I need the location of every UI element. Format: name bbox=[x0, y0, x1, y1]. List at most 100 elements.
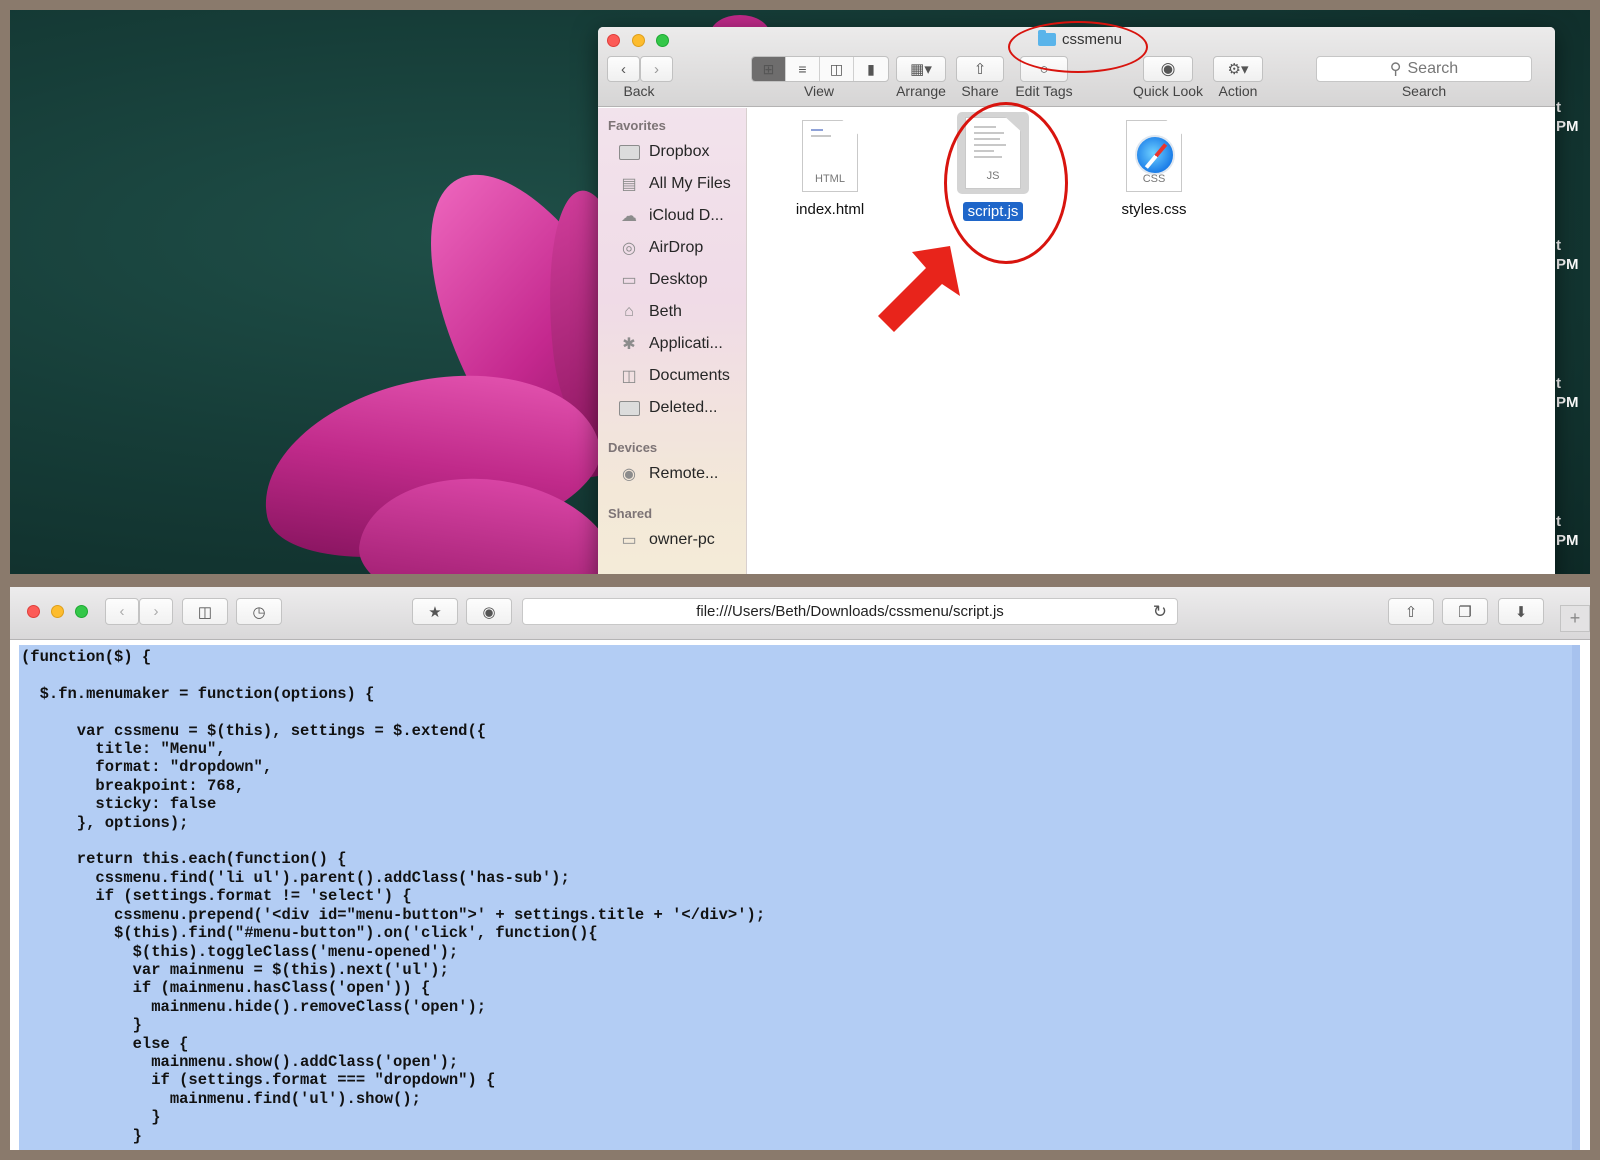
desktop-clock-fragment: t PM bbox=[1556, 99, 1579, 135]
sidebar-item-beth[interactable]: ⌂ Beth bbox=[618, 303, 682, 321]
sidebar-item-label: Beth bbox=[649, 303, 682, 320]
columns-icon: ◫ bbox=[829, 60, 844, 77]
finder-window: cssmenu ‹ › Back ⊞ ≡ ◫ ▮ View ▦▾ Arrange… bbox=[598, 27, 1555, 574]
column-view-button[interactable]: ◫ bbox=[820, 57, 854, 81]
minimize-window-button[interactable] bbox=[632, 34, 645, 47]
file-type-label: CSS bbox=[1142, 173, 1166, 185]
desktop-clock-fragment: t PM bbox=[1556, 375, 1579, 411]
zoom-window-button[interactable] bbox=[656, 34, 669, 47]
sidebar-item-label: Deleted... bbox=[649, 399, 718, 416]
file-styles-css[interactable]: CSS styles.css bbox=[1094, 120, 1214, 219]
desktop-screenshot: t PM t PM t PM t PM cssmenu ‹ › Back ⊞ ≡ ◫ ▮… bbox=[10, 10, 1590, 574]
close-window-button[interactable] bbox=[27, 605, 40, 618]
sidebar-item-label: Applicati... bbox=[649, 335, 723, 352]
sidebar-item-deleted[interactable]: Deleted... bbox=[618, 399, 717, 417]
back-label: Back bbox=[623, 83, 655, 99]
quick-look-label: Quick Look bbox=[1132, 83, 1204, 99]
documents-icon: ◫ bbox=[621, 368, 637, 385]
arrange-button[interactable]: ▦▾ bbox=[896, 56, 946, 82]
chevron-right-icon: › bbox=[654, 60, 659, 78]
finder-sidebar: Favorites Dropbox ▤ All My Files ☁ iCloud … bbox=[598, 108, 747, 574]
annotation-circle bbox=[1008, 21, 1148, 73]
desktop-clock-fragment: t PM bbox=[1556, 237, 1579, 273]
computer-icon: ▭ bbox=[621, 532, 637, 549]
browser-window: ‹ › ◫ ◷ ★ ◉ file:///Users/Beth/Downloads… bbox=[10, 587, 1590, 1150]
back-button[interactable]: ‹ bbox=[607, 56, 640, 82]
list-icon: ≡ bbox=[798, 61, 807, 77]
action-label: Action bbox=[1218, 83, 1258, 99]
list-view-button[interactable]: ≡ bbox=[786, 57, 820, 81]
tabs-overview-button[interactable]: ❐ bbox=[1442, 598, 1488, 625]
search-icon: ⚲ bbox=[1389, 61, 1402, 78]
sidebar-item-dropbox[interactable]: Dropbox bbox=[618, 143, 709, 161]
sidebar-item-label: Dropbox bbox=[649, 143, 710, 160]
coverflow-icon: ▮ bbox=[867, 60, 875, 77]
sidebar-item-all-my-files[interactable]: ▤ All My Files bbox=[618, 175, 730, 193]
folder-icon bbox=[618, 399, 640, 417]
view-label: View bbox=[803, 83, 835, 99]
address-bar[interactable]: file:///Users/Beth/Downloads/cssmenu/scr… bbox=[522, 598, 1178, 625]
arrange-grid-icon: ▦▾ bbox=[910, 61, 932, 78]
sidebar-item-documents[interactable]: ◫ Documents bbox=[618, 367, 730, 385]
star-icon: ★ bbox=[428, 603, 442, 621]
downloads-button[interactable]: ⬇ bbox=[1498, 598, 1544, 625]
css-file-icon: CSS bbox=[1126, 120, 1182, 192]
sidebar-item-owner-pc[interactable]: ▭ owner-pc bbox=[618, 531, 715, 549]
desktop-clock-fragment: t PM bbox=[1556, 513, 1579, 549]
view-mode-segment: ⊞ ≡ ◫ ▮ bbox=[751, 56, 889, 82]
history-button[interactable]: ◷ bbox=[236, 598, 282, 625]
file-name: styles.css bbox=[1121, 201, 1187, 218]
sidebar-item-label: iCloud D... bbox=[649, 207, 724, 224]
sidebar-item-label: Documents bbox=[649, 367, 730, 384]
sidebar-item-label: Desktop bbox=[649, 271, 708, 288]
plus-icon: + bbox=[1569, 608, 1581, 628]
search-placeholder: Search bbox=[1407, 60, 1459, 77]
zoom-window-button[interactable] bbox=[75, 605, 88, 618]
share-button[interactable]: ⇧ bbox=[1388, 598, 1434, 625]
sidebar-item-desktop[interactable]: ▭ Desktop bbox=[618, 271, 708, 289]
desktop-icon: ▭ bbox=[621, 272, 637, 289]
sidebar-item-remote-disc[interactable]: ◉ Remote... bbox=[618, 465, 718, 483]
quick-look-button[interactable]: ◉ bbox=[1143, 56, 1193, 82]
ghostery-extension-button[interactable]: ◉ bbox=[466, 598, 512, 625]
sidebar-toggle-button[interactable]: ◫ bbox=[182, 598, 228, 625]
share-button[interactable]: ⇧ bbox=[956, 56, 1004, 82]
close-window-button[interactable] bbox=[607, 34, 620, 47]
coverflow-view-button[interactable]: ▮ bbox=[854, 57, 888, 81]
forward-button[interactable]: › bbox=[139, 598, 173, 625]
favorites-heading: Favorites bbox=[608, 118, 666, 133]
action-button[interactable]: ⚙▾ bbox=[1213, 56, 1263, 82]
icon-view-button[interactable]: ⊞ bbox=[752, 57, 786, 81]
applications-icon: ✱ bbox=[622, 336, 636, 353]
browser-toolbar: ‹ › ◫ ◷ ★ ◉ file:///Users/Beth/Downloads… bbox=[10, 587, 1590, 640]
file-index-html[interactable]: HTML index.html bbox=[770, 120, 890, 219]
share-icon: ⇧ bbox=[1404, 603, 1418, 621]
download-icon: ⬇ bbox=[1514, 603, 1528, 621]
chevron-left-icon: ‹ bbox=[621, 60, 626, 78]
sidebar-item-airdrop[interactable]: ◎ AirDrop bbox=[618, 239, 703, 257]
search-label: Search bbox=[1401, 83, 1447, 99]
sidebar-item-label: AirDrop bbox=[649, 239, 704, 256]
shared-heading: Shared bbox=[608, 506, 653, 521]
search-input[interactable]: ⚲ Search bbox=[1316, 56, 1532, 82]
annotation-arrow bbox=[878, 246, 960, 332]
sidebar-icon: ◫ bbox=[197, 603, 213, 621]
airdrop-icon: ◎ bbox=[622, 240, 636, 257]
sidebar-item-applications[interactable]: ✱ Applicati... bbox=[618, 335, 723, 353]
disc-icon: ◉ bbox=[622, 466, 636, 483]
forward-button[interactable]: › bbox=[640, 56, 673, 82]
eye-icon: ◉ bbox=[1160, 59, 1176, 78]
bookmarks-button[interactable]: ★ bbox=[412, 598, 458, 625]
grid-icon: ⊞ bbox=[762, 60, 775, 77]
files-stack-icon: ▤ bbox=[621, 176, 637, 193]
file-type-label: HTML bbox=[815, 173, 845, 185]
sidebar-item-icloud-drive[interactable]: ☁ iCloud D... bbox=[618, 207, 724, 225]
reload-icon[interactable]: ↻ bbox=[1153, 602, 1167, 622]
minimize-window-button[interactable] bbox=[51, 605, 64, 618]
back-button[interactable]: ‹ bbox=[105, 598, 139, 625]
share-label: Share bbox=[961, 83, 999, 99]
url-text: file:///Users/Beth/Downloads/cssmenu/scr… bbox=[696, 603, 1004, 620]
page-content: (function($) { $.fn.menumaker = function… bbox=[19, 645, 1580, 1150]
new-tab-button[interactable]: + bbox=[1560, 605, 1590, 632]
sidebar-item-label: owner-pc bbox=[649, 531, 715, 548]
